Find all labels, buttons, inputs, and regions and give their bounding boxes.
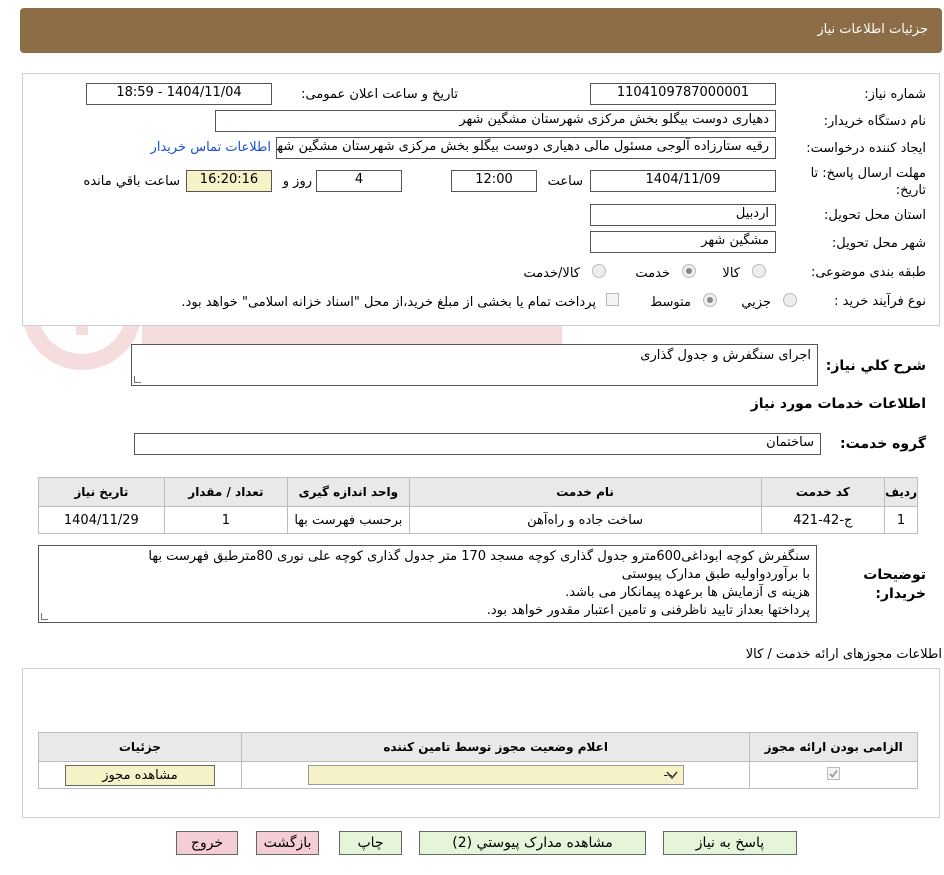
permits-table-header: الزامی بودن ارائه مجوز اعلام وضعیت مجوز … [38, 732, 918, 762]
process-medium-label: متوسط [650, 295, 691, 310]
buyer-notes-line: با برآوردواولیه طبق مدارک پیوستی [621, 567, 810, 582]
need-number-label: شماره نیاز: [864, 87, 926, 102]
buyer-org-field: دهیاری دوست بیگلو بخش مرکزی شهرستان مشگی… [215, 110, 776, 132]
checkmark-icon [829, 769, 838, 778]
col-permit-required: الزامی بودن ارائه مجوز [749, 732, 918, 762]
category-both-radio[interactable] [592, 264, 606, 278]
service-table-header: ردیف کد خدمت نام خدمت واحد اندازه گیری ت… [38, 477, 918, 507]
remaining-time-field: 16:20:16 [186, 170, 272, 192]
summary-textarea[interactable]: اجرای سنگفرش و جدول گذاری [131, 344, 818, 386]
deadline-date-field: 1404/11/09 [590, 170, 776, 192]
process-medium-radio[interactable] [703, 293, 717, 307]
days-remaining-field: 4 [316, 170, 402, 192]
creator-label: ایجاد کننده درخواست: [806, 141, 926, 156]
resize-grip-icon[interactable] [134, 376, 141, 383]
province-label: استان محل تحویل: [824, 208, 926, 223]
chevron-down-icon [666, 771, 678, 780]
service-qty: 1 [163, 506, 289, 534]
buyer-contact-link[interactable]: اطلاعات تماس خریدار [151, 140, 271, 155]
print-button[interactable]: چاپ [339, 831, 402, 855]
col-code: کد خدمت [760, 477, 886, 507]
col-qty: تعداد / مقدار [163, 477, 289, 507]
category-goods-radio[interactable] [752, 264, 766, 278]
view-permit-button[interactable]: مشاهده مجوز [64, 764, 215, 786]
summary-label: شرح کلي نیاز: [825, 358, 926, 374]
buyer-org-label: نام دستگاه خریدار: [823, 114, 926, 129]
col-name: نام خدمت [408, 477, 762, 507]
summary-text: اجرای سنگفرش و جدول گذاری [640, 348, 811, 363]
page-title: جزئیات اطلاعات نیاز [817, 22, 928, 37]
service-code: ج-42-421 [760, 506, 886, 534]
process-minor-radio[interactable] [783, 293, 797, 307]
col-unit: واحد اندازه گیری [287, 477, 410, 507]
col-permit-details: جزئیات [38, 732, 242, 762]
page-header: جزئیات اطلاعات نیاز [20, 8, 942, 53]
category-both-label: کالا/خدمت [523, 266, 580, 281]
deadline-time-field: 12:00 [451, 170, 537, 192]
category-service-radio[interactable] [682, 264, 696, 278]
col-permit-status: اعلام وضعیت مجوز توسط تامین کننده [240, 732, 751, 762]
reply-button[interactable]: پاسخ به نیاز [663, 831, 797, 855]
category-service-label: خدمت [635, 266, 670, 281]
permit-required-checkbox[interactable] [827, 766, 841, 780]
permit-status-select[interactable]: -- [307, 765, 684, 785]
treasury-payment-note: پرداخت تمام یا بخشی از مبلغ خرید،از محل … [181, 295, 596, 310]
buyer-notes-line: سنگفرش کوچه ابوداغی600مترو جدول گذاری کو… [148, 549, 810, 564]
row-number: 1 [884, 506, 918, 534]
col-row: ردیف [884, 477, 918, 507]
category-goods-label: کالا [722, 266, 740, 281]
process-minor-label: جزیي [741, 295, 771, 310]
announce-date-label: تاریخ و ساعت اعلان عمومی: [301, 87, 458, 102]
service-unit: برحسب فهرست بها [287, 506, 410, 534]
treasury-payment-checkbox[interactable] [606, 293, 619, 306]
buyer-notes-textarea[interactable]: سنگفرش کوچه ابوداغی600مترو جدول گذاری کو… [38, 545, 817, 623]
category-label: طبقه بندی موضوعی: [810, 265, 926, 280]
deadline-label: مهلت ارسال پاسخ: تا تاریخ: [810, 166, 926, 198]
buyer-notes-line: هزینه ی آزمایش ها برعهده پیمانکار می باش… [565, 585, 810, 600]
creator-field: رقیه ستارزاده آلوجی مسئول مالی دهیاری دو… [276, 137, 776, 159]
table-row: 1 ج-42-421 ساخت جاده و راه‌آهن برحسب فهر… [38, 506, 918, 534]
service-table: ردیف کد خدمت نام خدمت واحد اندازه گیری ت… [38, 477, 918, 534]
need-number-field: 1104109787000001 [590, 83, 776, 105]
process-type-label: نوع فرآیند خرید : [834, 294, 926, 309]
service-group-field: ساختمان [134, 433, 821, 455]
permits-table: الزامی بودن ارائه مجوز اعلام وضعیت مجوز … [38, 732, 918, 789]
service-group-label: گروه خدمت: [840, 436, 926, 452]
permit-required-cell [749, 761, 918, 789]
view-attachments-button[interactable]: مشاهده مدارک پیوستي (2) [419, 831, 646, 855]
remaining-time-label: ساعت باقي مانده [83, 174, 180, 189]
back-button[interactable]: بازگشت [256, 831, 319, 855]
deadline-time-label: ساعت [547, 174, 583, 189]
permit-details-cell: مشاهده مجوز [38, 761, 242, 789]
city-label: شهر محل تحویل: [831, 236, 926, 251]
permit-status-cell: -- [240, 761, 751, 789]
province-field: اردبیل [590, 204, 776, 226]
resize-grip-icon[interactable] [41, 613, 48, 620]
buyer-notes-label: توضیحات خریدار: [863, 567, 926, 602]
announce-date-field: 1404/11/04 - 18:59 [86, 83, 272, 105]
buyer-notes-line: پرداختها بعداز تایید ناظرفنی و تامین اعت… [486, 603, 810, 618]
services-section-title: اطلاعات خدمات مورد نیاز [750, 396, 926, 412]
table-row: -- مشاهده مجوز [38, 761, 918, 789]
permits-section-title: اطلاعات مجوزهای ارائه خدمت / کالا [745, 647, 942, 662]
service-name: ساخت جاده و راه‌آهن [408, 506, 762, 534]
days-label: روز و [282, 174, 312, 189]
city-field: مشگین شهر [590, 231, 776, 253]
col-date: تاریخ نیاز [38, 477, 165, 507]
exit-button[interactable]: خروج [176, 831, 238, 855]
service-date: 1404/11/29 [38, 506, 165, 534]
